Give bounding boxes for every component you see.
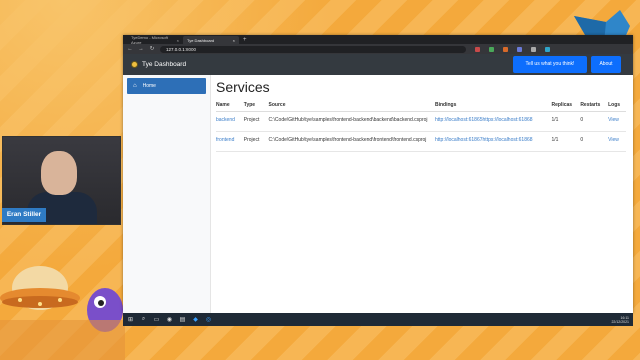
column-header-source: Source [268, 99, 435, 112]
column-header-replicas: Replicas [551, 99, 581, 112]
column-header-logs: Logs [608, 99, 626, 112]
app-brand-label: Tye Dashboard [142, 61, 187, 68]
service-source: C:\Code\GitHub\tye\samples\frontend-back… [268, 111, 435, 132]
service-name-link[interactable]: backend [216, 117, 235, 123]
table-header-row: Name Type Source Bindings Replicas Resta… [216, 99, 626, 112]
browser-window: TyeDemo - Microsoft Azure × Tye Dashboar… [123, 35, 633, 313]
profile-icon[interactable] [545, 46, 550, 52]
tye-logo-icon [131, 61, 138, 68]
service-replicas: 1/1 [551, 131, 581, 152]
page-title: Services [216, 79, 270, 95]
service-restarts: 0 [580, 111, 609, 132]
ufo-mascot-illustration [0, 266, 125, 360]
reload-icon[interactable]: ↻ [149, 46, 155, 52]
app-brand[interactable]: Tye Dashboard [131, 61, 186, 68]
sidebar-item-label: Home [142, 83, 156, 89]
close-icon[interactable]: × [233, 38, 235, 43]
browser-tab-bar: TyeDemo - Microsoft Azure × Tye Dashboar… [123, 35, 633, 45]
sidebar-item-home[interactable]: ⌂ Home [127, 78, 206, 94]
url-input[interactable]: 127.0.0.1:8000 [160, 45, 466, 53]
service-bindings-link[interactable]: http://localhost:61865https://localhost:… [435, 117, 533, 123]
table-row: frontend Project C:\Code\GitHub\tye\samp… [216, 131, 626, 152]
column-header-restarts: Restarts [580, 99, 609, 112]
services-table: Name Type Source Bindings Replicas Resta… [216, 99, 626, 152]
windows-start-icon[interactable]: ⊞ [127, 316, 134, 323]
extension-icon[interactable] [489, 46, 494, 52]
edge-browser-icon[interactable]: ◎ [205, 316, 212, 323]
windows-taskbar: ⊞ ⌕ ▭ ◉ ▤ ◆ ◎ 16:11 22/12/2021 [123, 313, 633, 326]
feedback-button[interactable]: Tell us what you think! [513, 56, 587, 73]
service-source: C:\Code\GitHub\tye\samples\frontend-back… [268, 131, 435, 152]
service-type: Project [243, 111, 269, 132]
clock-date: 22/12/2021 [611, 319, 629, 324]
tab-label: Tye Dashboard [187, 37, 215, 43]
service-bindings-link[interactable]: http://localhost:61867https://localhost:… [435, 137, 533, 143]
extension-icon[interactable] [531, 46, 536, 52]
column-header-type: Type [243, 99, 269, 112]
presenter-nameplate: Eran Stiller [2, 208, 46, 222]
back-arrow-icon[interactable]: ← [127, 46, 133, 52]
close-icon[interactable]: × [177, 38, 179, 43]
view-logs-link[interactable]: View [608, 117, 619, 123]
vscode-icon[interactable]: ◆ [192, 316, 199, 323]
browser-app-icon[interactable]: ◉ [166, 316, 173, 323]
view-logs-link[interactable]: View [608, 137, 619, 143]
extension-icon[interactable] [517, 46, 522, 52]
task-view-icon[interactable]: ▭ [153, 316, 160, 323]
column-header-bindings: Bindings [434, 99, 552, 112]
url-host: 127.0.0.1 [166, 46, 185, 52]
home-icon: ⌂ [133, 83, 137, 89]
app-header: Tye Dashboard Tell us what you think! Ab… [123, 54, 633, 75]
main-panel: Services Name Type Source Bindings Repli… [211, 75, 633, 313]
system-clock[interactable]: 16:11 22/12/2021 [611, 316, 629, 324]
app-content: ⌂ Home Services Name Type Source Binding… [123, 75, 633, 313]
tab-label: TyeDemo - Microsoft Azure [131, 35, 168, 45]
about-button[interactable]: About [591, 56, 621, 73]
extension-icon[interactable] [475, 46, 480, 52]
url-port: :8000 [184, 46, 197, 52]
browser-tab-azure[interactable]: TyeDemo - Microsoft Azure × [127, 35, 183, 45]
table-row: backend Project C:\Code\GitHub\tye\sampl… [216, 111, 626, 132]
search-icon[interactable]: ⌕ [140, 316, 147, 323]
service-type: Project [243, 131, 269, 152]
sidebar: ⌂ Home [123, 75, 211, 313]
service-replicas: 1/1 [551, 111, 581, 132]
file-explorer-icon[interactable]: ▤ [179, 316, 186, 323]
service-restarts: 0 [580, 131, 609, 152]
address-bar-row: ← → ↻ 127.0.0.1:8000 [123, 44, 633, 54]
forward-arrow-icon[interactable]: → [138, 46, 144, 52]
new-tab-button[interactable]: + [239, 36, 251, 44]
extension-icon[interactable] [503, 46, 508, 52]
browser-tab-dashboard[interactable]: Tye Dashboard × [183, 36, 239, 44]
service-name-link[interactable]: frontend [216, 137, 234, 143]
column-header-name: Name [216, 99, 244, 112]
